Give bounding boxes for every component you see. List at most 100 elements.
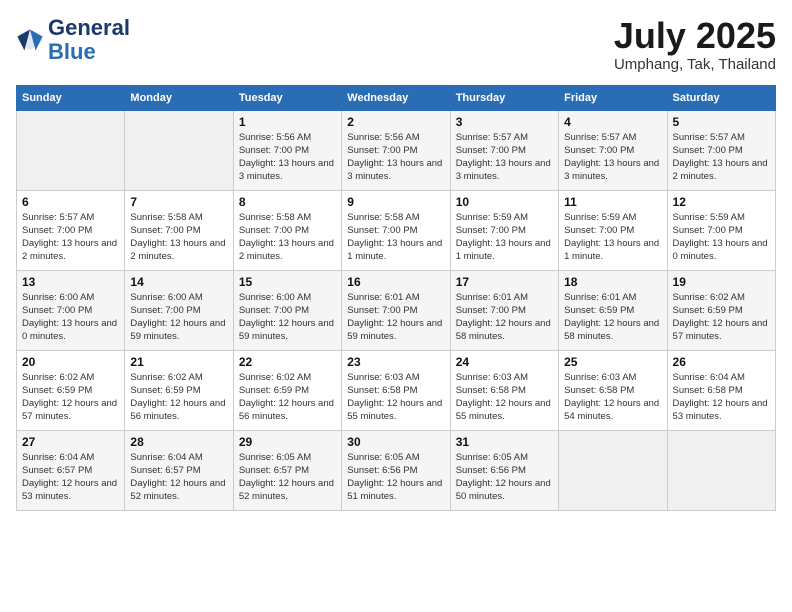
day-number: 23 (347, 355, 444, 369)
day-info: Sunrise: 5:59 AM Sunset: 7:00 PM Dayligh… (564, 211, 661, 264)
day-number: 25 (564, 355, 661, 369)
calendar-cell: 27 Sunrise: 6:04 AM Sunset: 6:57 PM Dayli… (17, 430, 125, 510)
calendar-cell: 20 Sunrise: 6:02 AM Sunset: 6:59 PM Dayli… (17, 350, 125, 430)
day-info: Sunrise: 6:04 AM Sunset: 6:57 PM Dayligh… (22, 451, 119, 504)
weekday-header-tuesday: Tuesday (233, 85, 341, 110)
day-info: Sunrise: 5:58 AM Sunset: 7:00 PM Dayligh… (130, 211, 227, 264)
month-year: July 2025 (614, 16, 776, 56)
calendar-cell: 11 Sunrise: 5:59 AM Sunset: 7:00 PM Dayli… (559, 190, 667, 270)
day-info: Sunrise: 6:02 AM Sunset: 6:59 PM Dayligh… (130, 371, 227, 424)
calendar-cell: 10 Sunrise: 5:59 AM Sunset: 7:00 PM Dayli… (450, 190, 558, 270)
day-number: 28 (130, 435, 227, 449)
day-number: 10 (456, 195, 553, 209)
day-number: 15 (239, 275, 336, 289)
day-number: 13 (22, 275, 119, 289)
calendar-body: 1 Sunrise: 5:56 AM Sunset: 7:00 PM Daylig… (17, 110, 776, 510)
day-info: Sunrise: 5:56 AM Sunset: 7:00 PM Dayligh… (239, 131, 336, 184)
calendar-cell: 3 Sunrise: 5:57 AM Sunset: 7:00 PM Daylig… (450, 110, 558, 190)
logo-text: General Blue (48, 16, 130, 64)
calendar-cell: 9Sunrise: 5:58 AM Sunset: 7:00 PM Daylig… (342, 190, 450, 270)
calendar-cell: 5 Sunrise: 5:57 AM Sunset: 7:00 PM Daylig… (667, 110, 775, 190)
day-info: Sunrise: 6:03 AM Sunset: 6:58 PM Dayligh… (564, 371, 661, 424)
day-info: Sunrise: 6:05 AM Sunset: 6:57 PM Dayligh… (239, 451, 336, 504)
calendar-week-5: 27 Sunrise: 6:04 AM Sunset: 6:57 PM Dayli… (17, 430, 776, 510)
calendar-week-4: 20 Sunrise: 6:02 AM Sunset: 6:59 PM Dayli… (17, 350, 776, 430)
calendar-cell: 17 Sunrise: 6:01 AM Sunset: 7:00 PM Dayli… (450, 270, 558, 350)
calendar-week-2: 6 Sunrise: 5:57 AM Sunset: 7:00 PM Daylig… (17, 190, 776, 270)
location: Umphang, Tak, Thailand (614, 56, 776, 73)
day-number: 19 (673, 275, 770, 289)
weekday-header-friday: Friday (559, 85, 667, 110)
day-info: Sunrise: 6:05 AM Sunset: 6:56 PM Dayligh… (347, 451, 444, 504)
day-info: Sunrise: 5:56 AM Sunset: 7:00 PM Dayligh… (347, 131, 444, 184)
calendar-cell: 26 Sunrise: 6:04 AM Sunset: 6:58 PM Dayli… (667, 350, 775, 430)
day-info: Sunrise: 6:03 AM Sunset: 6:58 PM Dayligh… (347, 371, 444, 424)
day-number: 1 (239, 115, 336, 129)
day-number: 22 (239, 355, 336, 369)
day-number: 26 (673, 355, 770, 369)
day-number: 16 (347, 275, 444, 289)
weekday-header-thursday: Thursday (450, 85, 558, 110)
day-info: Sunrise: 6:00 AM Sunset: 7:00 PM Dayligh… (22, 291, 119, 344)
weekday-header-monday: Monday (125, 85, 233, 110)
day-info: Sunrise: 6:02 AM Sunset: 6:59 PM Dayligh… (239, 371, 336, 424)
calendar-cell: 14Sunrise: 6:00 AM Sunset: 7:00 PM Dayli… (125, 270, 233, 350)
day-number: 5 (673, 115, 770, 129)
calendar-table: SundayMondayTuesdayWednesdayThursdayFrid… (16, 85, 776, 511)
day-info: Sunrise: 5:57 AM Sunset: 7:00 PM Dayligh… (456, 131, 553, 184)
day-number: 18 (564, 275, 661, 289)
calendar-cell: 22 Sunrise: 6:02 AM Sunset: 6:59 PM Dayli… (233, 350, 341, 430)
day-number: 31 (456, 435, 553, 449)
calendar-cell: 7 Sunrise: 5:58 AM Sunset: 7:00 PM Daylig… (125, 190, 233, 270)
calendar-week-1: 1 Sunrise: 5:56 AM Sunset: 7:00 PM Daylig… (17, 110, 776, 190)
day-number: 27 (22, 435, 119, 449)
calendar-cell: 12Sunrise: 5:59 AM Sunset: 7:00 PM Dayli… (667, 190, 775, 270)
calendar-cell: 24Sunrise: 6:03 AM Sunset: 6:58 PM Dayli… (450, 350, 558, 430)
day-info: Sunrise: 6:01 AM Sunset: 7:00 PM Dayligh… (456, 291, 553, 344)
day-number: 7 (130, 195, 227, 209)
day-number: 11 (564, 195, 661, 209)
day-info: Sunrise: 6:02 AM Sunset: 6:59 PM Dayligh… (22, 371, 119, 424)
day-number: 8 (239, 195, 336, 209)
day-number: 17 (456, 275, 553, 289)
calendar-cell: 21 Sunrise: 6:02 AM Sunset: 6:59 PM Dayli… (125, 350, 233, 430)
calendar-cell: 29Sunrise: 6:05 AM Sunset: 6:57 PM Dayli… (233, 430, 341, 510)
day-info: Sunrise: 5:58 AM Sunset: 7:00 PM Dayligh… (239, 211, 336, 264)
day-info: Sunrise: 6:04 AM Sunset: 6:58 PM Dayligh… (673, 371, 770, 424)
page-header: General Blue July 2025 Umphang, Tak, Tha… (16, 16, 776, 73)
calendar-cell: 30 Sunrise: 6:05 AM Sunset: 6:56 PM Dayli… (342, 430, 450, 510)
day-number: 21 (130, 355, 227, 369)
day-info: Sunrise: 6:01 AM Sunset: 6:59 PM Dayligh… (564, 291, 661, 344)
calendar-cell: 19 Sunrise: 6:02 AM Sunset: 6:59 PM Dayli… (667, 270, 775, 350)
calendar-cell: 8 Sunrise: 5:58 AM Sunset: 7:00 PM Daylig… (233, 190, 341, 270)
day-info: Sunrise: 6:04 AM Sunset: 6:57 PM Dayligh… (130, 451, 227, 504)
day-info: Sunrise: 6:00 AM Sunset: 7:00 PM Dayligh… (239, 291, 336, 344)
calendar-cell: 6 Sunrise: 5:57 AM Sunset: 7:00 PM Daylig… (17, 190, 125, 270)
calendar-cell (559, 430, 667, 510)
day-info: Sunrise: 6:05 AM Sunset: 6:56 PM Dayligh… (456, 451, 553, 504)
weekday-header-row: SundayMondayTuesdayWednesdayThursdayFrid… (17, 85, 776, 110)
calendar-cell: 18 Sunrise: 6:01 AM Sunset: 6:59 PM Dayli… (559, 270, 667, 350)
day-info: Sunrise: 5:57 AM Sunset: 7:00 PM Dayligh… (673, 131, 770, 184)
calendar-cell (667, 430, 775, 510)
calendar-cell: 13 Sunrise: 6:00 AM Sunset: 7:00 PM Dayli… (17, 270, 125, 350)
calendar-cell: 4 Sunrise: 5:57 AM Sunset: 7:00 PM Daylig… (559, 110, 667, 190)
calendar-cell: 15 Sunrise: 6:00 AM Sunset: 7:00 PM Dayli… (233, 270, 341, 350)
day-number: 24 (456, 355, 553, 369)
calendar-cell: 28 Sunrise: 6:04 AM Sunset: 6:57 PM Dayli… (125, 430, 233, 510)
calendar-cell: 1 Sunrise: 5:56 AM Sunset: 7:00 PM Daylig… (233, 110, 341, 190)
day-info: Sunrise: 5:57 AM Sunset: 7:00 PM Dayligh… (564, 131, 661, 184)
day-info: Sunrise: 5:59 AM Sunset: 7:00 PM Dayligh… (673, 211, 770, 264)
weekday-header-saturday: Saturday (667, 85, 775, 110)
day-info: Sunrise: 6:02 AM Sunset: 6:59 PM Dayligh… (673, 291, 770, 344)
day-info: Sunrise: 5:59 AM Sunset: 7:00 PM Dayligh… (456, 211, 553, 264)
day-number: 6 (22, 195, 119, 209)
day-info: Sunrise: 5:57 AM Sunset: 7:00 PM Dayligh… (22, 211, 119, 264)
weekday-header-sunday: Sunday (17, 85, 125, 110)
day-number: 4 (564, 115, 661, 129)
day-number: 30 (347, 435, 444, 449)
calendar-cell: 2Sunrise: 5:56 AM Sunset: 7:00 PM Daylig… (342, 110, 450, 190)
day-number: 20 (22, 355, 119, 369)
calendar-cell: 16Sunrise: 6:01 AM Sunset: 7:00 PM Dayli… (342, 270, 450, 350)
day-number: 3 (456, 115, 553, 129)
